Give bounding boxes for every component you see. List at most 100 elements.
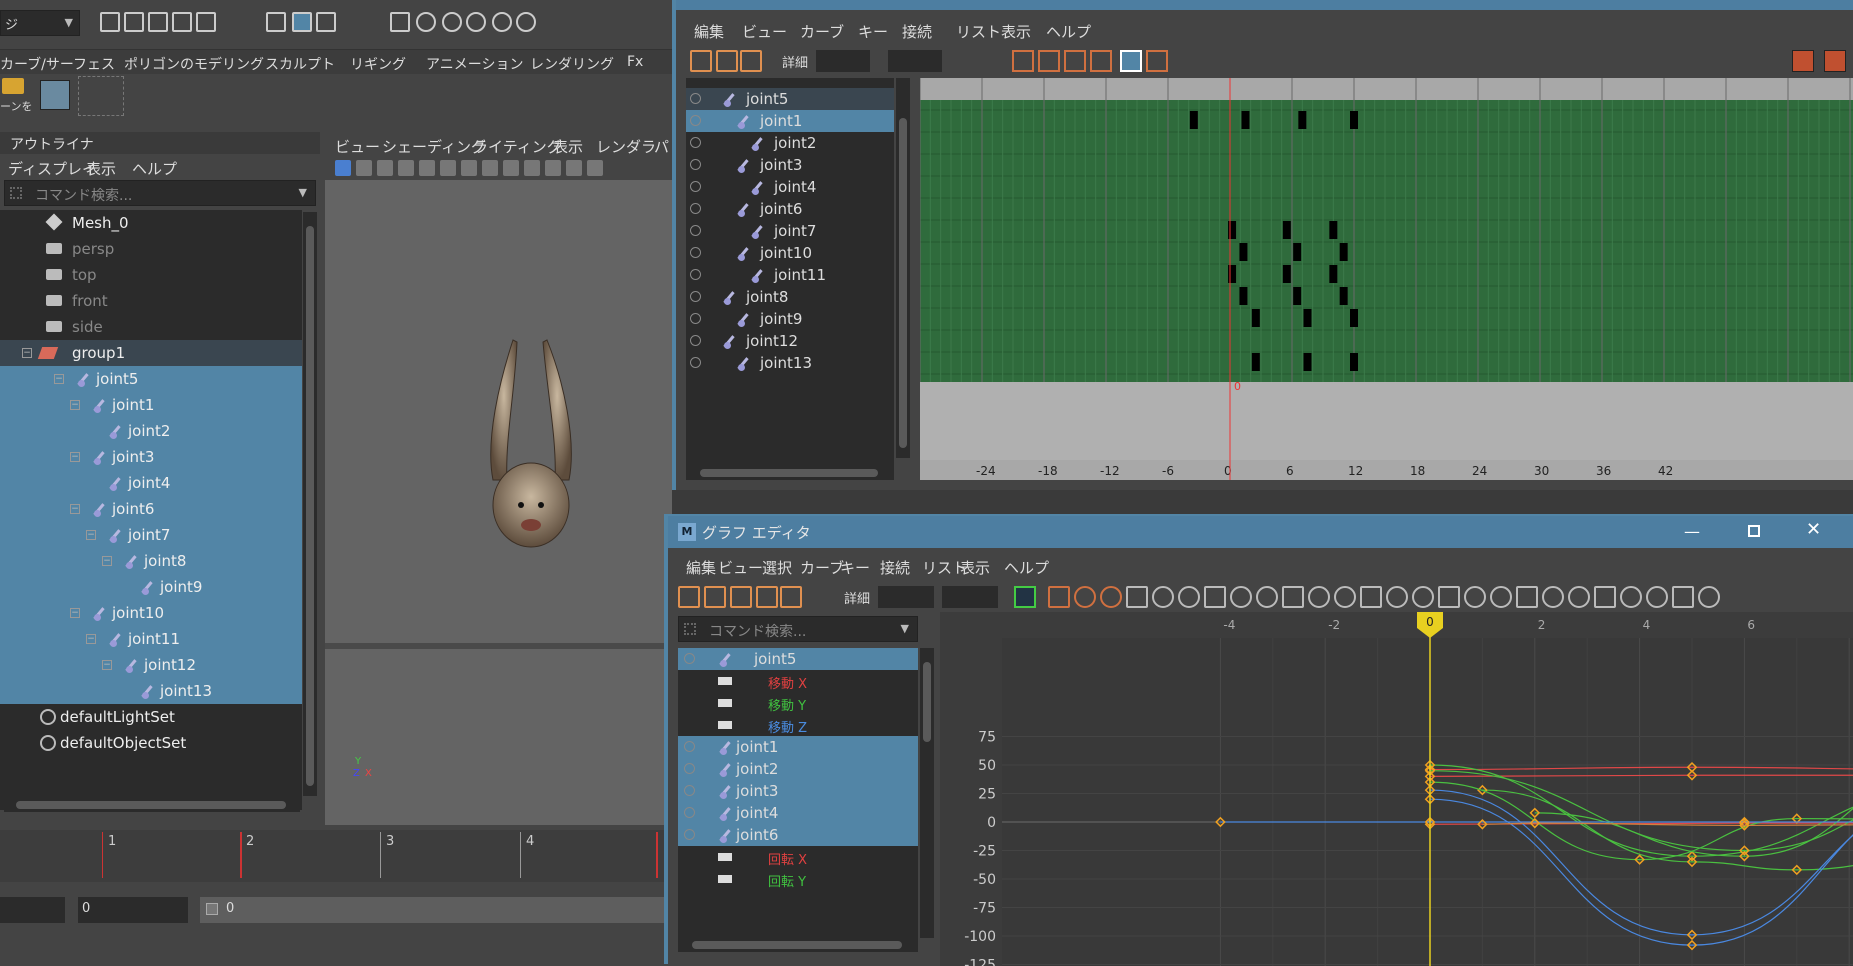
dope-key[interactable] [1252,309,1260,327]
dope-item-joint3[interactable]: joint3 [686,154,894,176]
outliner-item-persp[interactable]: persp [0,236,302,262]
collapse-icon[interactable]: − [70,608,80,618]
tangent-tool-icon[interactable] [1308,586,1330,608]
graph-item-回転 Y[interactable]: 回転 Y [678,868,918,890]
viewport-menu-renderer[interactable]: レンダラ [596,136,656,157]
dope-key[interactable] [1239,243,1247,261]
expand-icon[interactable] [690,159,701,170]
tangent-tool-icon[interactable] [1568,586,1590,608]
tangent-tool-icon[interactable] [1386,586,1408,608]
viewport-menu-panels[interactable]: パ [654,136,669,157]
dope-item-joint10[interactable]: joint10 [686,242,894,264]
dope-menu-item[interactable]: 表示 [1001,21,1031,42]
lasso-tool-icon[interactable] [292,12,312,32]
tangent-tool-icon[interactable] [1698,586,1720,608]
dope-sheet-outliner[interactable]: joint5joint1joint2joint3joint4joint6join… [686,78,894,478]
viewport-menu-view[interactable]: ビュー [335,136,380,157]
viewport-tool-icon[interactable] [524,160,540,176]
graph-vertical-scrollbar[interactable] [920,648,934,938]
graph-search-input[interactable]: コマンド検索... ▼ [678,616,918,642]
redo-icon[interactable] [196,12,216,32]
minimize-icon[interactable]: — [1684,522,1700,541]
graph-item-joint5[interactable]: joint5 [678,648,918,670]
scrollbar-thumb[interactable] [16,801,286,809]
graph-horizontal-scrollbar[interactable] [678,938,918,952]
viewport-menu-show[interactable]: 表示 [553,136,583,157]
expand-icon[interactable] [684,741,695,752]
outliner-item-joint9[interactable]: joint9 [0,574,302,600]
collapse-icon[interactable]: − [102,556,112,566]
tangent-tool-icon[interactable] [1412,586,1434,608]
graph-item-joint3[interactable]: joint3 [678,780,918,802]
key-tool-icon[interactable] [678,586,700,608]
new-scene-icon[interactable] [100,12,120,32]
menu-set-dropdown[interactable]: ジ ▼ [0,10,80,36]
dope-key[interactable] [1242,111,1250,129]
viewport-tool-icon[interactable] [461,160,477,176]
collapse-icon[interactable]: − [102,660,112,670]
chevron-down-icon[interactable]: ▼ [901,622,909,635]
outliner-item-joint8[interactable]: −joint8 [0,548,302,574]
tangent-tool-icon[interactable] [1438,586,1460,608]
dope-key[interactable] [1304,353,1312,371]
viewport-tool-icon[interactable] [587,160,603,176]
outliner-menu-help[interactable]: ヘルプ [132,158,177,179]
graph-editor-curve-view[interactable]: -4-2246810127550250-25-50-75-100-125010 [940,612,1853,966]
range-start-field[interactable]: 0 [78,897,188,923]
viewport-menu-lighting[interactable]: ライティング [473,136,562,157]
outliner-search-input[interactable]: コマンド検索... ▼ [4,180,316,206]
dope-key[interactable] [1283,221,1291,239]
dope-key[interactable] [1252,353,1260,371]
graph-item-移動 Y[interactable]: 移動 Y [678,692,918,714]
outliner-item-joint1[interactable]: −joint1 [0,392,302,418]
tangent-tool-icon[interactable] [1256,586,1278,608]
dope-menu-item[interactable]: ヘルプ [1046,21,1091,42]
outliner-item-joint7[interactable]: −joint7 [0,522,302,548]
shelf-tab[interactable]: レンダリング [530,54,614,74]
collapse-icon[interactable]: − [86,634,96,644]
outliner-item-joint4[interactable]: joint4 [0,470,302,496]
outliner-list[interactable]: Mesh_0persptopfrontside−group1−joint5−jo… [0,210,302,810]
expand-icon[interactable] [690,203,701,214]
value-field[interactable] [888,50,942,72]
snap-surface-icon[interactable] [466,12,486,32]
tangent-tool-icon[interactable] [1282,586,1304,608]
shelf-tab[interactable]: カーブ/サーフェス [0,54,115,74]
buffer-curve-icon[interactable] [1014,586,1036,608]
dope-item-joint6[interactable]: joint6 [686,198,894,220]
graph-menu-item[interactable]: 編集 [686,557,716,578]
dope-key[interactable] [1350,111,1358,129]
detail-field[interactable] [816,50,870,72]
outliner-menu-show[interactable]: 表示 [86,158,116,179]
outliner-item-top[interactable]: top [0,262,302,288]
dope-item-joint2[interactable]: joint2 [686,132,894,154]
expand-icon[interactable] [690,313,701,324]
undo-icon[interactable] [172,12,192,32]
scrollbar-thumb[interactable] [692,941,902,949]
viewport-3d[interactable]: Y Z X [325,180,672,825]
key-tool-icon[interactable] [716,50,738,72]
viewport-tool-icon[interactable] [398,160,414,176]
scrollbar-thumb[interactable] [899,118,907,448]
viewport-divider[interactable] [325,643,672,649]
tangent-tool-icon[interactable] [1360,586,1382,608]
value-field[interactable] [942,586,998,608]
key-tool-icon[interactable] [780,586,802,608]
snap-live-icon[interactable] [492,12,512,32]
dope-key[interactable] [1293,287,1301,305]
tangent-tool-icon[interactable] [1464,586,1486,608]
scrollbar-thumb[interactable] [700,469,878,477]
key-tool-icon[interactable] [730,586,752,608]
expand-icon[interactable] [690,247,701,258]
dope-key[interactable] [1304,309,1312,327]
detail-field[interactable] [878,586,934,608]
chevron-down-icon[interactable]: ▼ [299,186,307,199]
dope-key[interactable] [1228,265,1236,283]
viewport-menu-shading[interactable]: シェーディング [382,136,486,157]
tangent-tool-icon[interactable] [1646,586,1668,608]
graph-menu-item[interactable]: カーブ [800,557,844,578]
key-tool-icon[interactable] [740,50,762,72]
viewport-tool-icon[interactable] [419,160,435,176]
dope-vertical-scrollbar[interactable] [896,78,910,458]
outliner-item-joint5[interactable]: −joint5 [0,366,302,392]
